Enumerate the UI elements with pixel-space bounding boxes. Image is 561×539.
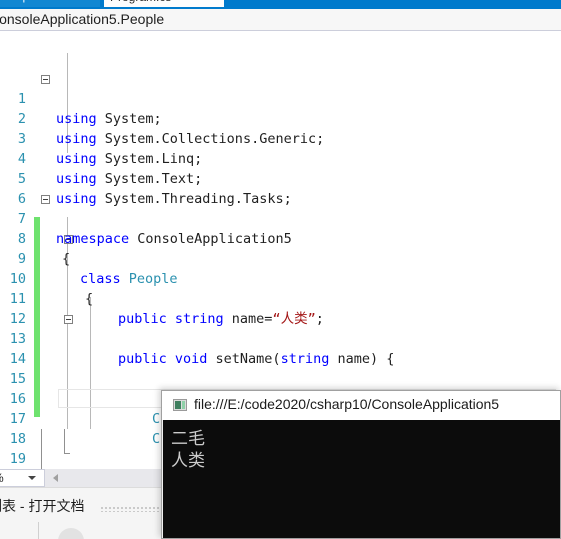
- console-title-bar[interactable]: file:///E:/code2020/csharp10/ConsoleAppl…: [162, 391, 560, 420]
- panel-divider: [38, 522, 39, 539]
- code-line[interactable]: class People: [80, 269, 178, 289]
- code-line[interactable]: namespace ConsoleApplication5: [56, 229, 292, 249]
- chevron-down-icon[interactable]: [28, 476, 36, 480]
- console-icon-right-block: [182, 401, 185, 409]
- document-panel-label[interactable]: 列表 - 打开文档: [0, 496, 84, 516]
- arrow-left-icon: [53, 474, 58, 482]
- tab-people-cs-label: People.cs: [3, 0, 51, 3]
- console-app-icon: [173, 399, 187, 411]
- code-line[interactable]: using System;: [56, 109, 162, 129]
- code-line[interactable]: using System.Threading.Tasks;: [56, 189, 292, 209]
- code-line[interactable]: using System.Linq;: [56, 149, 202, 169]
- close-icon[interactable]: ✕: [211, 0, 220, 3]
- breadcrumb-bar[interactable]: ConsoleApplication5.People: [0, 9, 561, 31]
- tab-program-cs-label: Program.cs: [110, 0, 171, 4]
- console-title-text: file:///E:/code2020/csharp10/ConsoleAppl…: [194, 396, 500, 412]
- console-output[interactable]: 二毛 人类: [163, 420, 560, 538]
- console-window[interactable]: file:///E:/code2020/csharp10/ConsoleAppl…: [161, 390, 561, 539]
- zoom-level-dropdown[interactable]: %: [0, 469, 45, 487]
- console-icon-left-block: [175, 401, 181, 409]
- console-output-line: 人类: [171, 451, 205, 471]
- editor-tab-strip: People.cs Program.cs ✕: [0, 0, 561, 9]
- code-line[interactable]: {: [85, 289, 93, 309]
- breadcrumb[interactable]: ConsoleApplication5.People: [0, 11, 164, 27]
- code-line[interactable]: public string name=“人类”;: [118, 309, 324, 329]
- code-line[interactable]: using System.Text;: [56, 169, 202, 189]
- code-line[interactable]: public void setName(string name) {: [118, 349, 394, 369]
- code-line[interactable]: using System.Collections.Generic;: [56, 129, 324, 149]
- zoom-level-value: %: [0, 471, 4, 485]
- dotted-separator: [100, 506, 170, 512]
- vs-editor-window: People.cs Program.cs ✕ ConsoleApplicatio…: [0, 0, 561, 539]
- avatar: [58, 528, 84, 539]
- scroll-left-button[interactable]: [48, 469, 65, 487]
